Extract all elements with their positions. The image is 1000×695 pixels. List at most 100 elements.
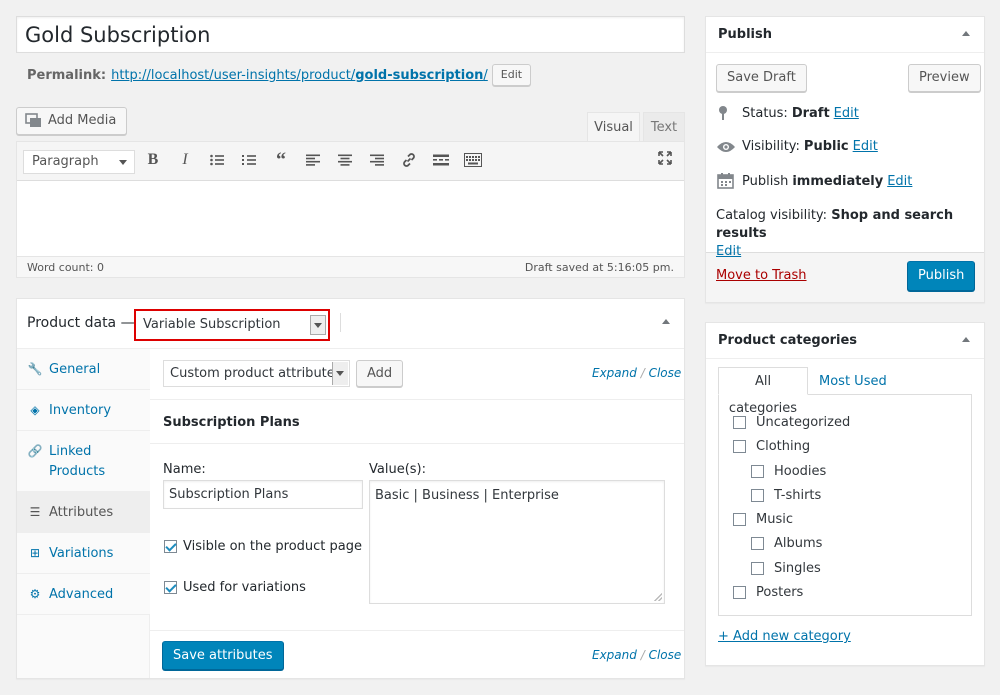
list-icon: ☰ (29, 505, 41, 519)
post-title-input[interactable]: Gold Subscription (16, 16, 685, 53)
tab-attributes[interactable]: ☰ Attributes (17, 492, 150, 533)
visible-on-page-label: Visible on the product page (183, 539, 362, 554)
product-type-select[interactable]: Variable Subscription (134, 309, 330, 341)
add-new-category-link[interactable]: + Add new category (718, 629, 851, 644)
category-item-music[interactable]: Music (733, 512, 793, 527)
resize-handle-icon[interactable] (654, 593, 662, 601)
attribute-values-label: Value(s): (369, 462, 426, 477)
category-item-clothing[interactable]: Clothing (733, 439, 810, 454)
eye-icon (717, 141, 735, 152)
read-more-icon[interactable] (431, 150, 451, 170)
publish-button[interactable]: Publish (907, 261, 976, 291)
tab-general-label: General (49, 362, 101, 377)
bullet-list-icon[interactable] (207, 150, 227, 170)
category-label: T-shirts (774, 488, 822, 503)
wrench-icon: 🔧 (27, 362, 43, 376)
preview-button[interactable]: Preview (908, 64, 981, 92)
tab-inventory[interactable]: ◈ Inventory (17, 390, 150, 431)
categories-tab-all[interactable]: All categories (718, 367, 808, 416)
tab-attributes-label: Attributes (49, 505, 114, 520)
attribute-name-label: Name: (163, 462, 206, 477)
category-checkbox[interactable] (751, 537, 764, 550)
category-checkbox[interactable] (733, 513, 746, 526)
tab-general[interactable]: 🔧 General (17, 349, 150, 390)
tag-icon: ◈ (30, 403, 40, 417)
visibility-value: Public (803, 139, 849, 154)
editor-content[interactable] (17, 182, 684, 256)
category-label: Music (756, 512, 793, 527)
attribute-name-input[interactable]: Subscription Plans (163, 480, 363, 509)
move-to-trash-link[interactable]: Move to Trash (716, 268, 807, 283)
attribute-values-textarea[interactable]: Basic | Business | Enterprise (369, 480, 665, 604)
category-item-tshirts[interactable]: T-shirts (751, 488, 821, 503)
bold-icon[interactable]: B (143, 150, 163, 170)
category-checkbox[interactable] (733, 586, 746, 599)
visible-on-page-checkbox[interactable] (164, 540, 177, 553)
link-icon[interactable] (399, 150, 419, 170)
save-draft-button[interactable]: Save Draft (716, 64, 807, 92)
permalink-row: Permalink: http://localhost/user-insight… (27, 63, 532, 87)
add-attribute-button[interactable]: Add (356, 360, 404, 387)
blockquote-icon[interactable]: “ (271, 149, 291, 171)
attribute-title: Subscription Plans (163, 415, 300, 430)
category-item-albums[interactable]: Albums (751, 536, 822, 551)
editor-tab-text[interactable]: Text (643, 112, 685, 141)
publish-time-edit-link[interactable]: Edit (887, 174, 912, 189)
used-for-variations-checkbox[interactable] (164, 581, 177, 594)
expand-link[interactable]: Expand (592, 648, 637, 662)
category-checkbox[interactable] (751, 562, 764, 575)
format-select[interactable]: Paragraph (23, 150, 135, 174)
category-item-singles[interactable]: Singles (751, 561, 821, 576)
category-checkbox[interactable] (751, 489, 764, 502)
grid-icon: ⊞ (29, 546, 41, 560)
catalog-visibility-edit-link[interactable]: Edit (716, 244, 741, 259)
categories-box-title: Product categories (718, 333, 858, 348)
expand-close-bottom: Expand / Close (592, 648, 681, 662)
permalink-link[interactable]: http://localhost/user-insights/product/g… (111, 68, 488, 83)
save-attributes-button[interactable]: Save attributes (162, 641, 284, 670)
category-label: Clothing (756, 439, 811, 454)
attribute-type-select[interactable]: Custom product attribute (163, 360, 350, 387)
add-media-button[interactable]: Add Media (16, 107, 128, 135)
post-title-text: Gold Subscription (25, 23, 211, 47)
editor-tab-visual[interactable]: Visual (587, 112, 640, 142)
category-label: Singles (774, 561, 821, 576)
collapse-toggle-icon[interactable] (962, 337, 970, 342)
visible-on-page-option[interactable]: Visible on the product page (164, 539, 362, 554)
tab-advanced[interactable]: ⚙ Advanced (17, 574, 150, 615)
category-checkbox[interactable] (751, 465, 764, 478)
italic-icon[interactable]: I (175, 150, 195, 170)
align-center-icon[interactable] (335, 150, 355, 170)
visibility-label: Visibility: (742, 139, 800, 154)
category-item-posters[interactable]: Posters (733, 585, 803, 600)
collapse-toggle-icon[interactable] (662, 319, 670, 324)
permalink-edit-button[interactable]: Edit (491, 64, 532, 86)
visibility-edit-link[interactable]: Edit (853, 139, 878, 154)
word-count: Word count: 0 (27, 261, 105, 274)
attribute-divider-mid (150, 443, 684, 444)
category-checkbox[interactable] (733, 440, 746, 453)
expand-close-sep: / (640, 366, 645, 380)
tab-variations-label: Variations (49, 546, 114, 561)
close-link[interactable]: Close (649, 648, 682, 662)
tab-variations[interactable]: ⊞ Variations (17, 533, 150, 574)
used-for-variations-option[interactable]: Used for variations (164, 580, 306, 595)
expand-link[interactable]: Expand (592, 366, 637, 380)
editor-statusbar: Word count: 0 Draft saved at 5:16:05 pm. (17, 256, 684, 277)
status-edit-link[interactable]: Edit (834, 106, 859, 121)
fullscreen-icon[interactable] (655, 148, 675, 168)
tab-linked-products[interactable]: 🔗 Linked Products (17, 431, 150, 492)
header-divider (340, 313, 341, 332)
editor-tab-text-label: Text (650, 120, 678, 135)
close-link[interactable]: Close (649, 366, 682, 380)
collapse-toggle-icon[interactable] (962, 31, 970, 36)
align-left-icon[interactable] (303, 150, 323, 170)
numbered-list-icon[interactable] (239, 150, 259, 170)
expand-close-top: Expand / Close (592, 366, 681, 380)
category-item-hoodies[interactable]: Hoodies (751, 464, 826, 479)
calendar-icon (717, 173, 734, 189)
categories-tab-all-label: All categories (728, 374, 798, 416)
align-right-icon[interactable] (367, 150, 387, 170)
toolbar-toggle-icon[interactable] (463, 150, 483, 170)
categories-tab-most-used[interactable]: Most Used (819, 374, 887, 389)
